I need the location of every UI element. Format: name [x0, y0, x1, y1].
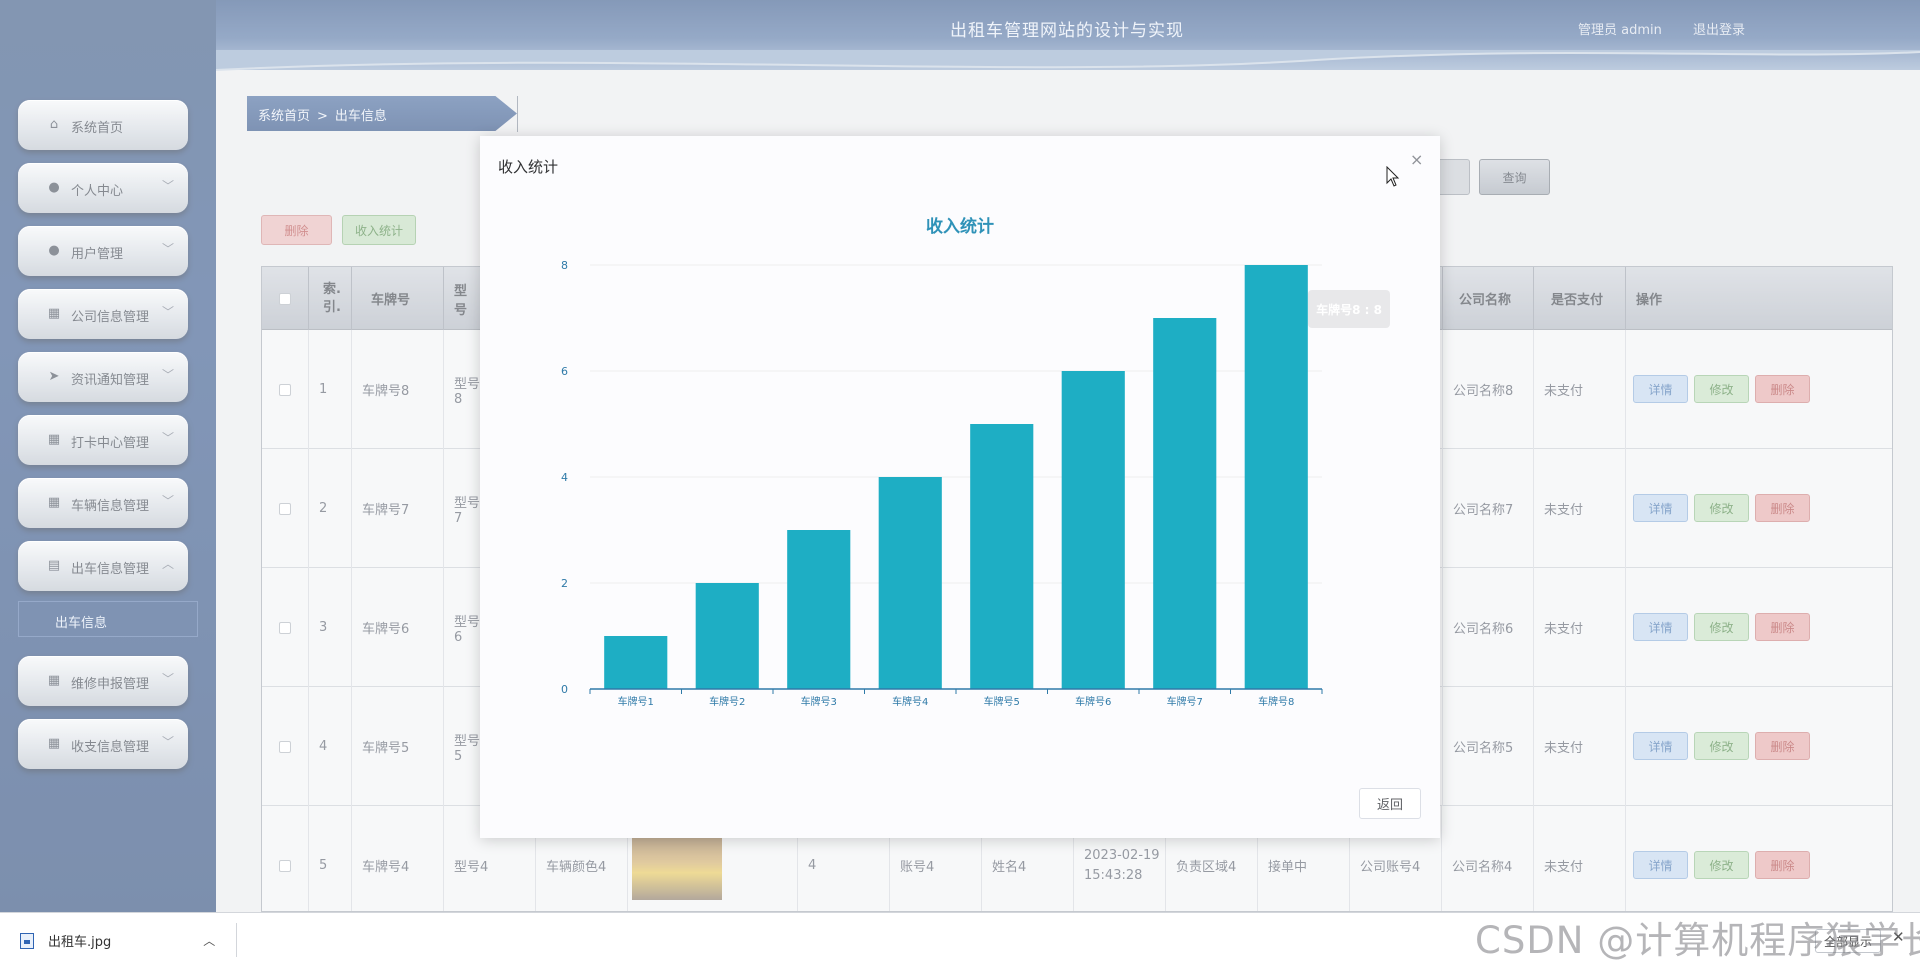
x-tick-label: 车牌号5: [984, 695, 1020, 708]
image-file-icon: [20, 932, 34, 949]
bar: [787, 530, 851, 689]
x-tick-label: 车牌号7: [1167, 695, 1203, 708]
download-item[interactable]: 出租车.jpg ︿: [20, 931, 215, 950]
y-tick-label: 8: [561, 259, 568, 272]
chevron-up-icon[interactable]: ︿: [203, 932, 215, 949]
income-stats-dialog: 收入统计 × 收入统计 0 2 4 6 8 车牌号1 车牌号2 车牌号3 车牌号4 车牌号5 车牌号…: [480, 136, 1440, 838]
y-tick-label: 2: [561, 577, 568, 590]
income-bar-chart: 0 2 4 6 8 车牌号1 车牌号2 车牌号3 车牌号4 车牌号5 车牌号6 车牌号7 车牌号8: [561, 259, 1323, 708]
x-tick-label: 车牌号1: [618, 695, 654, 708]
chart-tooltip: 车牌号8 : 8: [1308, 290, 1390, 328]
return-button[interactable]: 返回: [1359, 788, 1421, 819]
x-tick-label: 车牌号4: [892, 695, 928, 708]
bar: [604, 636, 668, 689]
x-tick-label: 车牌号8: [1258, 695, 1294, 708]
x-tick-label: 车牌号3: [801, 695, 837, 708]
download-file-name[interactable]: 出租车.jpg: [48, 931, 111, 950]
bar: [878, 477, 942, 689]
bar: [1244, 265, 1308, 689]
bar: [1061, 371, 1125, 689]
x-tick-label: 车牌号6: [1075, 695, 1111, 708]
bar: [1153, 318, 1217, 689]
download-divider: [236, 923, 237, 957]
watermark: CSDN @计算机程序猿学长: [1475, 919, 1920, 962]
bar: [970, 424, 1034, 689]
y-tick-label: 0: [561, 683, 568, 696]
y-tick-label: 4: [561, 471, 568, 484]
mouse-cursor-icon: [1386, 166, 1400, 187]
y-tick-label: 6: [561, 365, 568, 378]
x-tick-label: 车牌号2: [709, 695, 745, 708]
bar: [695, 583, 759, 689]
